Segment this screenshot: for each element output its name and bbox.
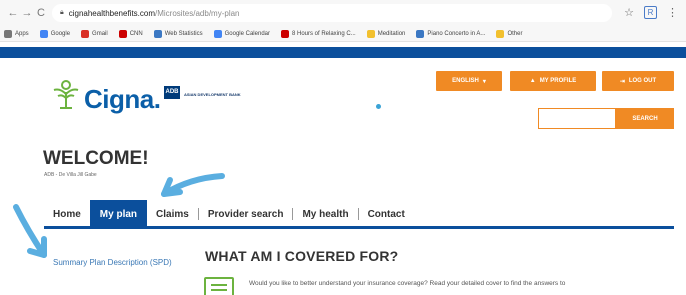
bookmark-label: Other xyxy=(507,30,523,37)
browser-toolbar: ← → C 🔒︎ cignahealthbenefits.com /Micros… xyxy=(0,0,686,26)
decorative-dot xyxy=(376,104,381,109)
bookmark-label: Web Statistics xyxy=(164,30,203,37)
bookmark-label: Gmail xyxy=(92,30,108,37)
section-body-text: Would you like to better understand your… xyxy=(249,280,566,287)
my-profile-label: MY PROFILE xyxy=(539,78,577,84)
bookmark-favicon-icon xyxy=(213,29,222,38)
bookmark-item[interactable]: Web Statistics xyxy=(153,29,203,38)
logout-label: LOG OUT xyxy=(628,78,657,84)
logout-button[interactable]: ⇥ LOG OUT xyxy=(602,71,674,91)
lock-icon: 🔒︎ xyxy=(60,9,64,16)
bookmark-label: Piano Concerto in A... xyxy=(427,30,486,37)
logout-icon: ⇥ xyxy=(619,78,625,85)
search-input[interactable] xyxy=(538,108,616,129)
bookmark-favicon-icon xyxy=(4,29,12,38)
bookmark-item[interactable]: Piano Concerto in A... xyxy=(416,29,486,38)
bookmark-label: Apps xyxy=(15,30,29,37)
menu-icon[interactable]: ⋮ xyxy=(667,6,678,19)
nav-underline xyxy=(44,226,674,229)
site-top-stripe xyxy=(0,47,686,58)
bookmark-favicon-icon xyxy=(281,29,289,38)
bookmark-label: 8 Hours of Relaxing C... xyxy=(292,30,356,37)
bookmark-label: CNN xyxy=(129,30,143,37)
adb-name: ASIAN DEVELOPMENT BANK xyxy=(184,92,241,97)
annotation-arrow-nav xyxy=(161,173,225,197)
nav-contact[interactable]: Contact xyxy=(359,200,414,228)
bookmark-favicon-icon xyxy=(496,29,505,38)
bookmark-item[interactable]: Gmail xyxy=(81,29,108,38)
extension-icon[interactable]: R xyxy=(644,6,657,19)
address-bar[interactable]: 🔒︎ cignahealthbenefits.com /Microsites/a… xyxy=(52,4,612,22)
search-button[interactable]: SEARCH xyxy=(616,108,674,129)
url-path: /Microsites/adb/my-plan xyxy=(155,8,240,18)
user-icon: ▲ xyxy=(529,78,536,84)
spd-link[interactable]: Summary Plan Description (SPD) xyxy=(53,257,185,268)
welcome-subtitle: ADB - De Villa Jill Gabe xyxy=(44,172,97,178)
bookmark-item[interactable]: 8 Hours of Relaxing C... xyxy=(281,29,356,38)
language-label: ENGLISH xyxy=(452,78,479,84)
bookmark-favicon-icon xyxy=(39,29,48,38)
bookmark-item[interactable]: Other xyxy=(496,29,523,38)
cigna-logo-text[interactable]: Cigna. xyxy=(84,84,161,115)
nav-my-plan[interactable]: My plan xyxy=(89,200,148,228)
chevron-down-icon: ▾ xyxy=(482,78,486,85)
url-host: cignahealthbenefits.com xyxy=(68,8,156,18)
document-icon xyxy=(204,277,234,295)
bookmark-item[interactable]: CNN xyxy=(118,29,143,38)
bookmark-label: Meditation xyxy=(377,30,406,37)
reload-icon[interactable]: C xyxy=(34,7,48,19)
cigna-tree-icon xyxy=(53,80,79,109)
bookmark-favicon-icon xyxy=(416,29,425,38)
forward-icon[interactable]: → xyxy=(20,7,34,19)
bookmark-item[interactable]: Google Calendar xyxy=(213,29,270,38)
bookmark-label: Google xyxy=(50,30,71,37)
back-icon[interactable]: ← xyxy=(6,7,20,19)
bookmark-favicon-icon xyxy=(118,29,127,38)
bookmark-item[interactable]: Google xyxy=(39,29,71,38)
bookmark-favicon-icon xyxy=(81,29,90,38)
language-button[interactable]: ENGLISH ▾ xyxy=(436,71,502,91)
bookmark-favicon-icon xyxy=(366,29,375,38)
my-profile-button[interactable]: ▲ MY PROFILE xyxy=(510,71,596,91)
adb-logo: ADB xyxy=(164,86,180,99)
bookmark-item[interactable]: Meditation xyxy=(366,29,406,38)
welcome-title: WELCOME! xyxy=(43,148,149,169)
section-heading: WHAT AM I COVERED FOR? xyxy=(205,248,399,264)
bookmark-item[interactable]: Apps xyxy=(4,29,29,38)
bookmark-label: Google Calendar xyxy=(224,30,270,37)
annotation-arrow-side-link xyxy=(13,204,47,258)
bookmarks-bar: Apps Google Gmail CNN Web Statistics Google C… xyxy=(0,26,686,42)
bookmark-star-icon[interactable]: ☆ xyxy=(624,6,634,19)
bookmark-favicon-icon xyxy=(153,29,162,38)
nav-my-health[interactable]: My health xyxy=(293,200,357,228)
